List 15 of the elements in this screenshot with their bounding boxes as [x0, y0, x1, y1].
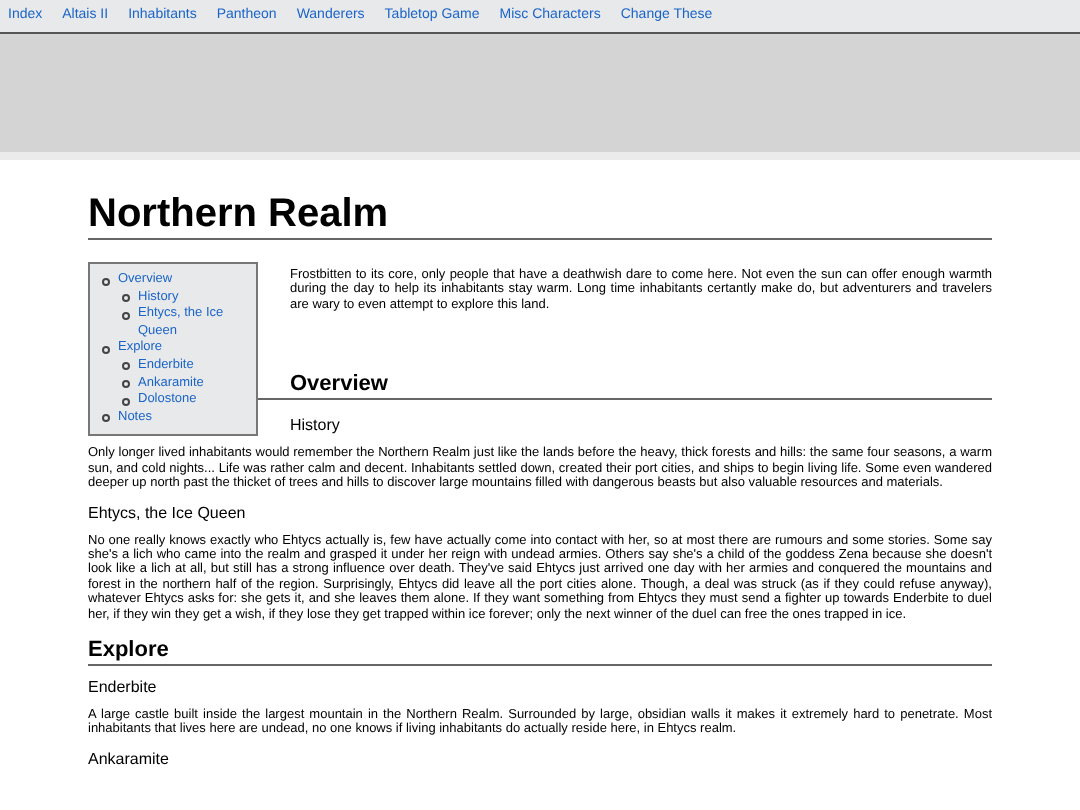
bullet-icon — [122, 362, 130, 371]
subsection-heading: Ankaramite — [88, 749, 171, 770]
page-title: Northern Realm — [88, 192, 992, 240]
bullet-icon — [102, 414, 110, 423]
bullet-icon — [102, 277, 110, 285]
bullet-icon — [122, 294, 130, 303]
bullet-icon — [122, 380, 130, 389]
bullet-icon — [102, 345, 110, 354]
section-heading: Overview — [258, 372, 992, 401]
section-heading: Explore — [88, 638, 992, 666]
subsection-heading: Ehtycs, the Ice Queen — [88, 503, 248, 524]
subsection-heading: History — [288, 416, 342, 437]
bullet-icon — [122, 311, 130, 320]
bullet-icon — [122, 397, 130, 406]
subsection-heading: Enderbite — [88, 678, 159, 698]
